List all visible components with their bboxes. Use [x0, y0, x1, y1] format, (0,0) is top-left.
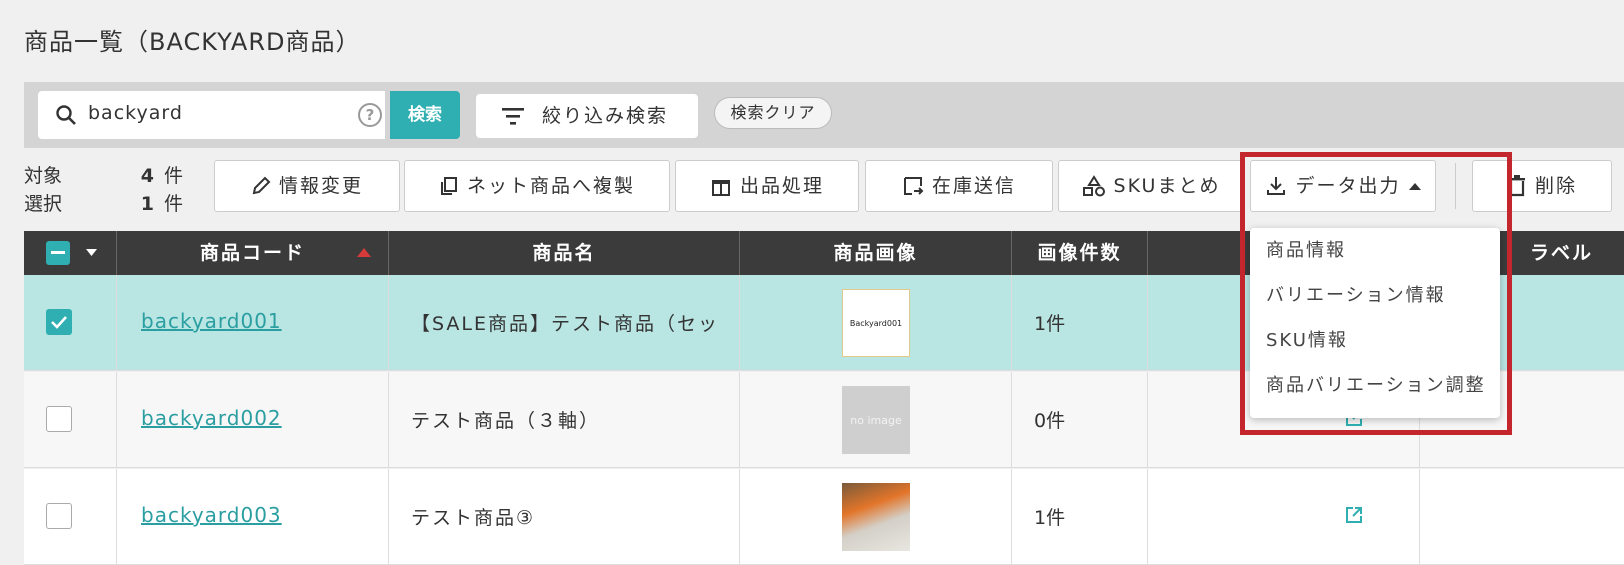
highlight-box	[1240, 152, 1512, 435]
stock-send-label: 在庫送信	[931, 175, 1016, 197]
check-icon	[51, 316, 67, 329]
image-count: 1件	[1034, 507, 1066, 529]
sku-merge-label: SKUまとめ	[1113, 175, 1221, 197]
select-all-checkbox[interactable]	[46, 241, 70, 265]
search-button[interactable]: 検索	[390, 91, 460, 139]
product-name: テスト商品③	[411, 507, 536, 529]
product-name: 【SALE商品】テスト商品（セッ	[411, 313, 720, 335]
thumbnail-text: Backyard001	[849, 318, 903, 328]
column-image-count-label: 画像件数	[1037, 242, 1122, 264]
row-checkbox[interactable]	[46, 503, 72, 529]
edit-info-label: 情報変更	[278, 175, 363, 197]
copy-icon	[440, 177, 457, 195]
help-icon[interactable]: ?	[358, 103, 382, 127]
column-image-count[interactable]: 画像件数	[1012, 231, 1148, 275]
copy-to-net-label: ネット商品へ複製	[466, 175, 635, 197]
target-unit: 件	[164, 165, 184, 187]
column-code[interactable]: 商品コード	[117, 231, 389, 275]
stock-send-icon	[903, 177, 924, 195]
column-label-label: ラベル	[1530, 242, 1594, 264]
search-clear-button[interactable]: 検索クリア	[714, 97, 832, 129]
delete-label: 削除	[1534, 175, 1577, 197]
column-name[interactable]: 商品名	[389, 231, 740, 275]
page-title: 商品一覧（BACKYARD商品）	[24, 28, 361, 56]
selected-unit: 件	[164, 193, 184, 215]
external-link-icon[interactable]	[1344, 505, 1364, 525]
selected-count: 1	[140, 193, 154, 215]
product-thumbnail[interactable]	[842, 483, 910, 551]
target-label: 対象	[24, 165, 63, 187]
column-image[interactable]: 商品画像	[740, 231, 1012, 275]
image-count: 1件	[1034, 313, 1066, 335]
product-code-link[interactable]: backyard001	[141, 309, 282, 333]
search-bar: backyard ? 検索 絞り込み検索 検索クリア	[24, 82, 1624, 148]
product-thumbnail[interactable]: no image	[842, 386, 910, 454]
shapes-icon	[1082, 175, 1105, 197]
thumbnail-text: no image	[850, 413, 902, 427]
table-row[interactable]: backyard003 テスト商品③ 1件	[24, 469, 1624, 565]
edit-info-button[interactable]: 情報変更	[214, 160, 400, 212]
target-count: 4	[140, 165, 154, 187]
listing-button[interactable]: 出品処理	[675, 160, 859, 212]
pencil-icon	[252, 176, 271, 195]
column-image-label: 商品画像	[833, 242, 918, 264]
select-all-header[interactable]	[24, 231, 117, 275]
sort-asc-icon[interactable]	[357, 248, 371, 257]
column-name-label: 商品名	[532, 242, 596, 264]
stock-send-button[interactable]: 在庫送信	[865, 160, 1053, 212]
listing-label: 出品処理	[739, 175, 824, 197]
product-code-link[interactable]: backyard003	[141, 503, 282, 527]
row-checkbox[interactable]	[46, 406, 72, 432]
product-thumbnail[interactable]: Backyard001	[842, 289, 910, 357]
copy-to-net-button[interactable]: ネット商品へ複製	[404, 160, 670, 212]
filter-icon	[502, 108, 524, 125]
search-icon	[56, 105, 76, 125]
search-input[interactable]: backyard ?	[38, 91, 385, 139]
column-code-label: 商品コード	[199, 242, 305, 264]
sku-merge-button[interactable]: SKUまとめ	[1058, 160, 1244, 212]
row-checkbox[interactable]	[46, 309, 72, 335]
search-value: backyard	[88, 102, 183, 124]
product-code-link[interactable]: backyard002	[141, 406, 282, 430]
filter-search-label: 絞り込み検索	[542, 105, 669, 127]
selected-label: 選択	[24, 193, 63, 215]
gift-icon	[711, 180, 730, 196]
product-name: テスト商品（３軸）	[411, 410, 601, 432]
result-counts: 対象 4 件 選択 1 件	[24, 162, 183, 218]
chevron-down-icon[interactable]	[86, 249, 97, 256]
filter-search-button[interactable]: 絞り込み検索	[476, 94, 698, 138]
image-count: 0件	[1034, 410, 1066, 432]
